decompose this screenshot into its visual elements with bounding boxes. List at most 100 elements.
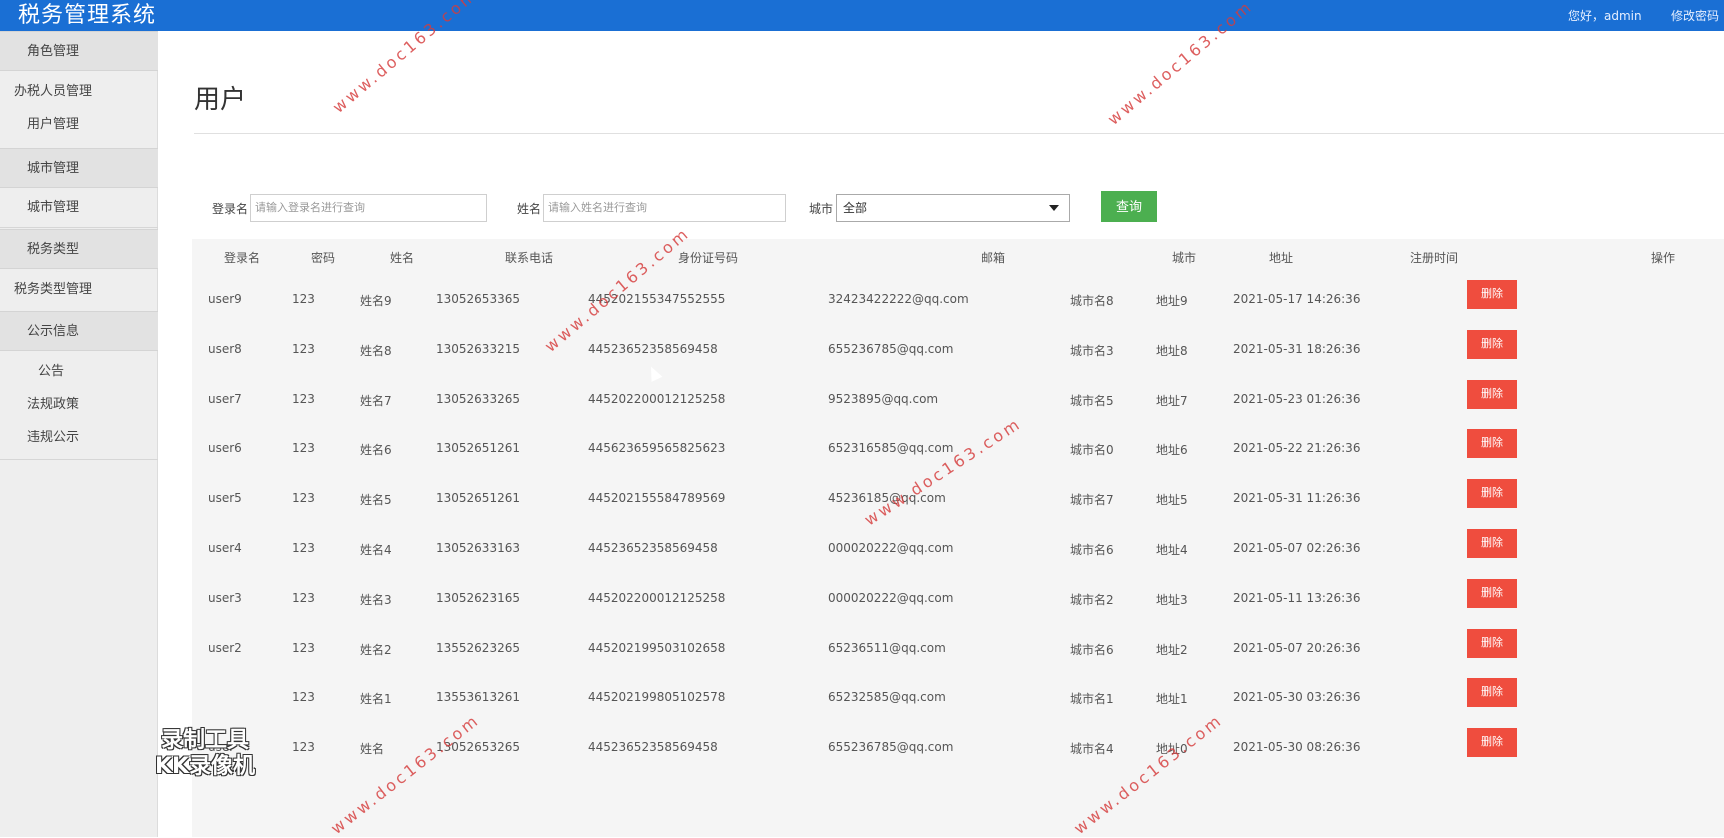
table-row: user7 123 姓名7 13052633265 445202200012125258… [192,374,1724,424]
name-filter-label: 姓名 [517,202,542,216]
table-cell: 城市名6 [1070,642,1114,657]
sidebar-item-tax-staff[interactable]: 办税人员管理 [0,72,158,112]
header-address: 地址 [1268,251,1294,265]
table-cell: 445202155584789569 [588,491,726,506]
table-cell: 姓名7 [360,393,392,408]
user-greeting: 您好，admin [1568,9,1642,23]
table-cell: 2021-05-30 08:26:36 [1233,740,1361,755]
table-cell: 445202200012125258 [588,590,726,605]
table-cell: 123 [292,740,315,755]
table-cell: 13052633215 [436,341,520,356]
sidebar-divider [0,459,158,460]
table-cell: 城市名8 [1070,294,1114,308]
sidebar: 角色管理 办税人员管理 用户管理 城市管理 城市管理 税务类型 税务类型管理 公… [0,31,158,837]
delete-button[interactable]: 删除 [1467,280,1517,309]
table-cell: 姓名2 [360,642,392,657]
sidebar-item-city[interactable]: 城市管理 [0,191,158,225]
delete-button[interactable]: 删除 [1467,578,1517,608]
table-cell: 445236523585694​58 [588,341,718,356]
city-filter-label: 城市 [809,202,834,216]
table-cell: 2021-05-30 03:26:36 [1233,690,1361,705]
sidebar-item-tax-type[interactable]: 税务类型管理 [0,270,158,310]
table-cell: 13552623265 [436,640,520,655]
table-cell: 123 [292,341,315,356]
login-search-input[interactable] [250,194,487,222]
sidebar-divider [0,227,158,228]
table-cell: 123 [292,690,315,705]
app-title: 税务管理系统 [18,3,157,28]
table-cell: 地址7 [1156,393,1188,408]
table-row: 123 姓名1 13553613261 445202199805102578 65232… [192,672,1724,722]
table-cell: 2021-05-17 14:26:36 [1233,292,1361,306]
header-city: 城市 [1171,251,1197,265]
table-cell: 13052651261 [436,491,520,506]
name-search-input[interactable] [543,194,786,222]
city-select[interactable]: 全部 [836,194,1070,222]
header-name: 姓名 [389,251,415,265]
table-row: user2 123 姓名2 13552623265 445202199503102658… [192,623,1724,673]
table-cell: 城市名3 [1070,343,1114,358]
table-cell: user9 [208,292,242,306]
table-cell: 城市名2 [1070,592,1114,607]
header-register-time: 注册时间 [1409,251,1459,265]
table-cell: 姓名4 [360,543,392,557]
page-title: 用户 [194,85,247,115]
delete-button[interactable]: 删除 [1467,429,1517,459]
table-cell: 姓名6 [360,443,392,458]
table-cell: 123 [292,590,315,605]
table-cell: user4 [208,541,242,555]
table-cell: user2 [208,640,242,655]
sidebar-item-users[interactable]: 用户管理 [0,108,158,142]
table-cell: 城市名5 [1070,393,1114,408]
login-filter-label: 登录名 [212,202,249,216]
table-cell: 000020222@qq.com [828,541,954,555]
delete-button[interactable]: 删除 [1467,379,1517,409]
table-cell: 655236785@qq.com [828,341,954,356]
city-select-value: 全部 [843,201,868,215]
table-cell: 13052623165 [436,590,520,605]
change-password-link[interactable]: 修改密码 [1671,7,1719,24]
table-cell: 姓名3 [360,592,392,607]
table-cell: 652316585@qq.com [828,441,954,456]
table-cell: 123 [292,640,315,655]
table-cell: 13052633265 [436,391,520,406]
table-cell: 13052653365 [436,292,520,306]
table-cell: 2021-05-31 11:26:36 [1233,491,1361,506]
table-cell: 城市名1 [1070,692,1114,707]
table-cell: 城市名4 [1070,742,1114,757]
table-cell: user7 [208,391,242,406]
table-cell: 地址9 [1156,294,1188,308]
sidebar-group-city[interactable]: 城市管理 [0,148,158,188]
table-cell: 123 [292,441,315,456]
table-row: user8 123 姓名8 13052633215 445236523585694​58… [192,324,1724,374]
query-button[interactable]: 查询 [1101,191,1157,222]
table-cell: 姓名1 [360,692,392,707]
sidebar-item-announcement[interactable]: 公告 [0,355,158,389]
sidebar-item-regulations[interactable]: 法规政策 [0,388,158,422]
table-cell: 2021-05-31 18:26:36 [1233,341,1361,356]
table-cell: 城市名0 [1070,443,1114,458]
delete-button[interactable]: 删除 [1467,479,1517,509]
delete-button[interactable]: 删除 [1467,678,1517,708]
table-cell: 2021-05-07 02:26:36 [1233,541,1361,555]
header-password: 密码 [310,251,336,265]
table-cell: 445202199805102578 [588,690,726,705]
sidebar-group-notice[interactable]: 公示信息 [0,311,158,351]
table-cell: 2021-05-11 13:26:36 [1233,590,1361,605]
title-divider [194,133,1724,134]
sidebar-group-role[interactable]: 角色管理 [0,31,158,71]
sidebar-item-violations[interactable]: 违规公示 [0,421,158,455]
table-cell: 445202200012125258 [588,391,726,406]
delete-button[interactable]: 删除 [1467,529,1517,558]
table-cell: user3 [208,590,242,605]
table-cell: 地址3 [1156,592,1188,607]
delete-button[interactable]: 删除 [1467,329,1517,359]
table-cell: 123 [292,292,315,306]
delete-button[interactable]: 删除 [1467,728,1517,758]
table-cell: 13052651261 [436,441,520,456]
table-cell: 地址1 [1156,692,1188,707]
delete-button[interactable]: 删除 [1467,628,1517,658]
header-login: 登录名 [223,251,261,265]
sidebar-group-tax-type[interactable]: 税务类型 [0,229,158,269]
table-cell: 445623659565825623 [588,441,726,456]
